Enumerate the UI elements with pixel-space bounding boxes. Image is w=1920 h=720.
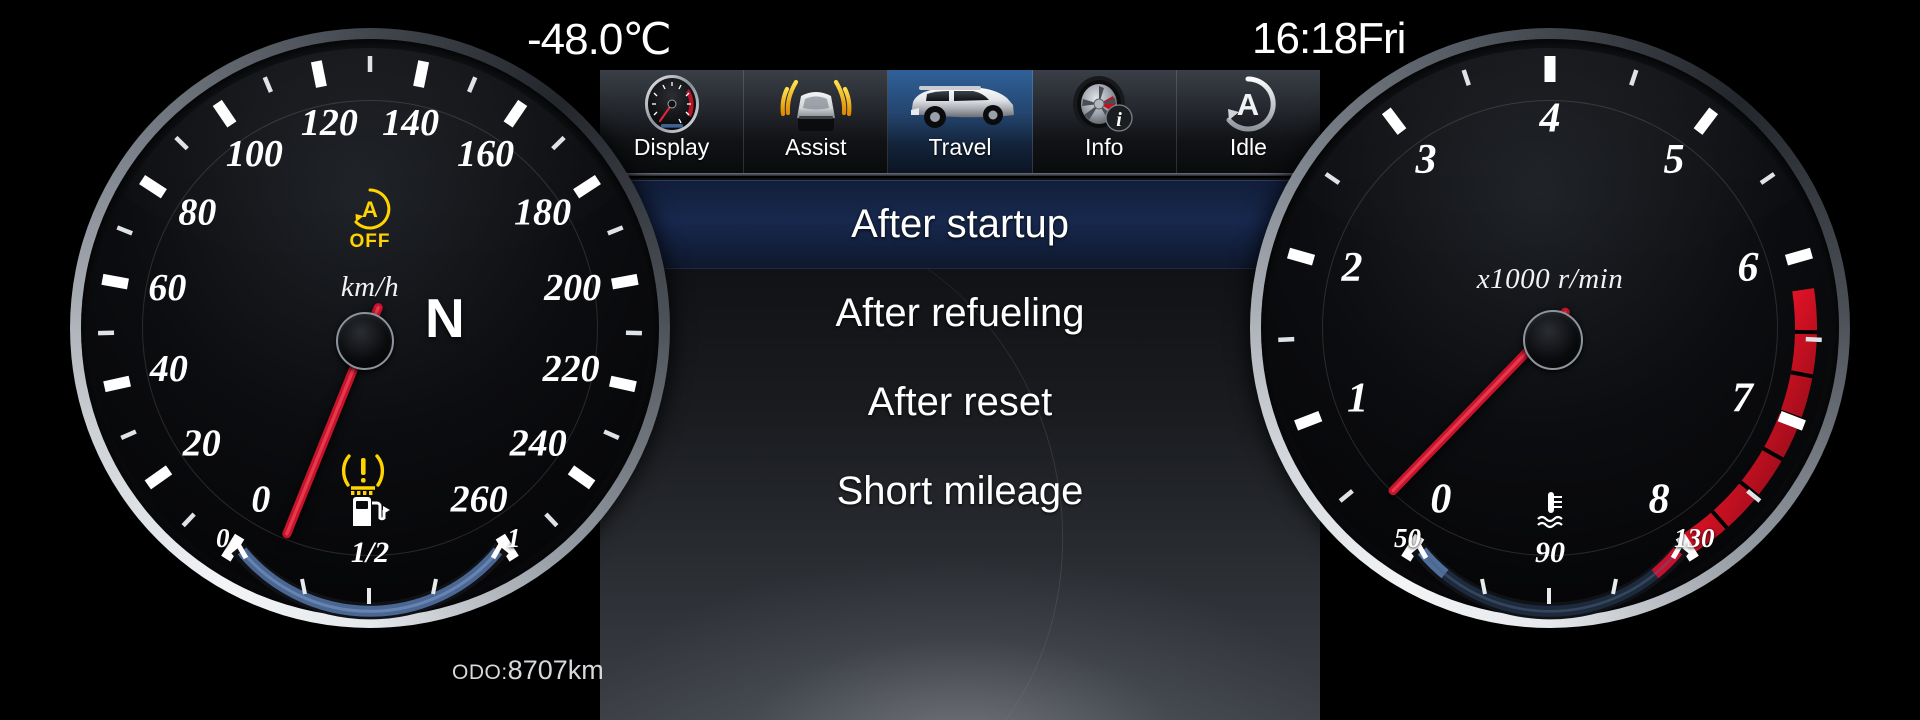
- svg-text:180: 180: [514, 191, 571, 233]
- menu-item-label: Short mileage: [836, 469, 1084, 513]
- clock-time: 16:18Fri: [1252, 14, 1406, 63]
- menu-tab-strip: Display Assist Travel i Info A Idle: [600, 70, 1320, 173]
- tachometer-gauge: 012345678 50 130 90 x1000 r/min: [1250, 28, 1850, 628]
- svg-text:0: 0: [1430, 476, 1451, 522]
- tab-label: Info: [1085, 134, 1124, 160]
- tab-travel[interactable]: Travel: [888, 70, 1033, 173]
- instrument-cluster: -48.0℃ 16:18Fri Display Assist Travel i …: [0, 0, 1920, 720]
- odometer-prefix: ODO:: [452, 661, 508, 684]
- menu-item-label: After startup: [851, 202, 1069, 246]
- menu-item-label: After refueling: [835, 291, 1085, 335]
- assist-icon: [744, 71, 887, 137]
- travel-menu-list: After startup After refueling After rese…: [600, 180, 1320, 536]
- svg-text:80: 80: [178, 191, 216, 233]
- svg-text:220: 220: [542, 348, 600, 390]
- svg-text:140: 140: [382, 102, 439, 144]
- tab-strip-underline-shadow: [600, 176, 1320, 178]
- coolant-label-high: 130: [1674, 523, 1715, 553]
- svg-text:3: 3: [1415, 137, 1437, 183]
- svg-text:A: A: [362, 197, 378, 222]
- auto-start-stop-off-icon: A OFF: [330, 186, 410, 253]
- odometer: ODO:8707km: [452, 655, 604, 686]
- svg-text:240: 240: [509, 423, 567, 465]
- outside-temperature: -48.0℃: [527, 15, 672, 64]
- tire-pressure-warning-icon: [335, 448, 391, 501]
- svg-text:40: 40: [149, 348, 188, 390]
- svg-text:7: 7: [1732, 375, 1755, 421]
- menu-item-label: After reset: [867, 380, 1053, 424]
- wheel-info-icon: i: [1033, 71, 1176, 137]
- svg-text:100: 100: [226, 133, 283, 175]
- fuel-label-full: 1: [507, 523, 521, 553]
- menu-item-short-mileage[interactable]: Short mileage: [600, 447, 1320, 536]
- odometer-value: 8707km: [507, 655, 604, 685]
- svg-text:i: i: [1116, 109, 1122, 131]
- menu-item-after-startup[interactable]: After startup: [600, 180, 1320, 269]
- svg-text:20: 20: [182, 423, 221, 465]
- tachometer-hub: [1523, 310, 1583, 370]
- center-info-panel: Display Assist Travel i Info A Idle Afte…: [600, 70, 1320, 720]
- coolant-label-low: 50: [1394, 523, 1421, 553]
- svg-text:5: 5: [1663, 137, 1684, 183]
- fuel-label-empty: 0: [216, 523, 230, 553]
- coolant-label-mid: 90: [1535, 536, 1565, 569]
- speed-unit-label: km/h: [340, 271, 400, 303]
- svg-text:120: 120: [301, 102, 358, 144]
- svg-text:0: 0: [251, 478, 270, 520]
- svg-text:8: 8: [1649, 476, 1670, 522]
- tab-label: Assist: [785, 134, 847, 160]
- tab-info[interactable]: i Info: [1032, 70, 1177, 173]
- svg-text:4: 4: [1539, 96, 1561, 142]
- tach-unit-label: x1000 r/min: [1476, 263, 1624, 295]
- menu-item-after-reset[interactable]: After reset: [600, 358, 1320, 447]
- svg-text:1: 1: [1347, 375, 1368, 421]
- coolant-temp-icon: [1532, 490, 1570, 535]
- status-header: -48.0℃ 16:18Fri: [0, 0, 1920, 70]
- menu-item-after-refueling[interactable]: After refueling: [600, 269, 1320, 358]
- svg-text:160: 160: [457, 133, 514, 175]
- fuel-label-half: 1/2: [350, 536, 390, 569]
- speedometer-gauge: 0 20 40 60 80 100 120 140 160 180 200 220 240 260 0 1…: [70, 28, 670, 628]
- tab-assist[interactable]: Assist: [744, 70, 889, 173]
- speedometer-hub: [336, 312, 394, 370]
- tab-label: Travel: [928, 134, 992, 160]
- svg-text:260: 260: [450, 478, 508, 520]
- auto-start-stop-off-label: OFF: [349, 231, 391, 252]
- suv-icon: [888, 71, 1031, 137]
- gear-indicator: N: [425, 287, 465, 349]
